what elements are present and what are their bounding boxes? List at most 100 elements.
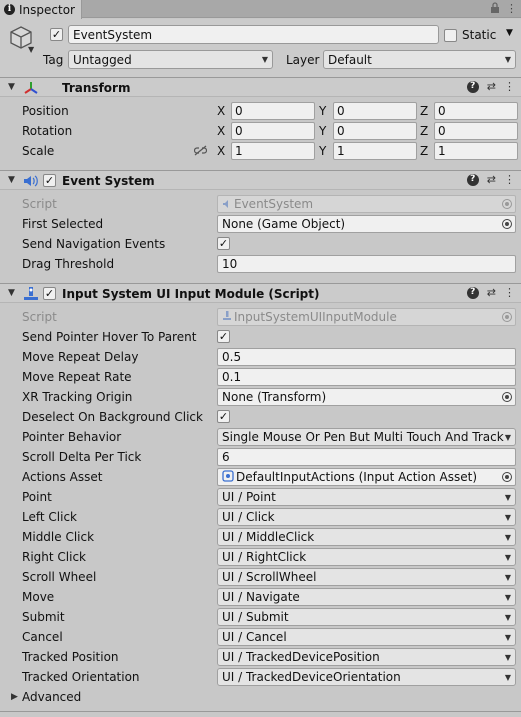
action-label: Tracked Orientation [22, 670, 140, 684]
send-pointer-hover-checkbox[interactable] [217, 330, 230, 343]
constrain-proportions-icon[interactable] [193, 145, 208, 159]
action-dropdown-tracked-orientation[interactable]: UI / TrackedDeviceOrientation ▼ [217, 668, 516, 686]
x-axis-label[interactable]: X [217, 104, 231, 118]
tab-inspector[interactable]: i Inspector [0, 0, 82, 19]
help-icon[interactable]: ? [466, 286, 479, 299]
action-value: UI / TrackedDevicePosition [222, 650, 380, 664]
xr-tracking-field[interactable]: None (Transform) [217, 388, 516, 406]
input-module-enabled-checkbox[interactable] [43, 287, 56, 300]
action-dropdown-scroll-wheel[interactable]: UI / ScrollWheel ▼ [217, 568, 516, 586]
y-axis-label[interactable]: Y [319, 144, 333, 158]
move-repeat-rate-field[interactable]: 0.1 [217, 368, 516, 386]
pointer-behavior-dropdown[interactable]: Single Mouse Or Pen But Multi Touch And … [217, 428, 516, 446]
icon-dropdown-arrow-icon[interactable]: ▼ [28, 45, 34, 54]
position-x-field[interactable]: 0 [231, 102, 315, 120]
static-label: Static [462, 28, 497, 42]
action-dropdown-cancel[interactable]: UI / Cancel ▼ [217, 628, 516, 646]
more-options-icon[interactable]: ⋮ [504, 80, 515, 93]
drag-threshold-field[interactable]: 10 [217, 255, 516, 273]
more-options-icon[interactable]: ⋮ [504, 173, 515, 186]
transform-header[interactable]: ▼ Transform ? ⇄ ⋮ [0, 77, 521, 97]
presets-icon[interactable]: ⇄ [487, 173, 496, 186]
foldout-expanded-icon[interactable]: ▼ [8, 288, 15, 298]
position-z-field[interactable]: 0 [434, 102, 518, 120]
scale-z-field[interactable]: 1 [434, 142, 518, 160]
object-picker-icon[interactable] [502, 219, 512, 229]
position-x: X0 [217, 102, 315, 120]
action-row-tracked-orientation: Tracked Orientation UI / TrackedDeviceOr… [0, 667, 521, 687]
pointer-behavior-value: Single Mouse Or Pen But Multi Touch And … [222, 430, 504, 444]
static-dropdown-arrow-icon[interactable]: ▼ [506, 28, 513, 38]
action-row-middle-click: Middle Click UI / MiddleClick ▼ [0, 527, 521, 547]
static-checkbox[interactable] [444, 28, 457, 42]
action-row-cancel: Cancel UI / Cancel ▼ [0, 627, 521, 647]
position-y-field[interactable]: 0 [333, 102, 417, 120]
action-dropdown-submit[interactable]: UI / Submit ▼ [217, 608, 516, 626]
scroll-delta-field[interactable]: 6 [217, 448, 516, 466]
presets-icon[interactable]: ⇄ [487, 80, 496, 93]
module-script-value: InputSystemUIInputModule [234, 310, 397, 324]
x-axis-label[interactable]: X [217, 144, 231, 158]
actions-asset-field[interactable]: DefaultInputActions (Input Action Asset) [217, 468, 516, 486]
tag-label: Tag [43, 53, 64, 67]
move-repeat-delay-field[interactable]: 0.5 [217, 348, 516, 366]
y-axis-label[interactable]: Y [319, 124, 333, 138]
help-icon[interactable]: ? [466, 80, 479, 93]
more-options-icon[interactable]: ⋮ [506, 2, 517, 16]
object-picker-icon[interactable] [502, 472, 512, 482]
chevron-down-icon: ▼ [504, 552, 511, 562]
send-navigation-checkbox[interactable] [217, 237, 230, 250]
drag-threshold-label: Drag Threshold [22, 257, 115, 271]
action-label: Scroll Wheel [22, 570, 97, 584]
more-options-icon[interactable]: ⋮ [504, 286, 515, 299]
deselect-checkbox[interactable] [217, 410, 230, 423]
scale-y-field[interactable]: 1 [333, 142, 417, 160]
presets-icon[interactable]: ⇄ [487, 286, 496, 299]
foldout-expanded-icon[interactable]: ▼ [8, 82, 15, 92]
action-label: Point [22, 490, 52, 504]
rotation-y-field[interactable]: 0 [333, 122, 417, 140]
action-dropdown-move[interactable]: UI / Navigate ▼ [217, 588, 516, 606]
component-header-tools: ? ⇄ ⋮ [466, 80, 515, 93]
advanced-foldout[interactable]: ▶ Advanced [0, 687, 521, 707]
action-dropdown-middle-click[interactable]: UI / MiddleClick ▼ [217, 528, 516, 546]
z-axis-label[interactable]: Z [420, 104, 434, 118]
help-icon[interactable]: ? [466, 173, 479, 186]
rotation-z-field[interactable]: 0 [434, 122, 518, 140]
x-axis-label[interactable]: X [217, 124, 231, 138]
object-picker-icon[interactable] [502, 392, 512, 402]
gameobject-active-checkbox[interactable] [50, 28, 63, 41]
y-axis-label[interactable]: Y [319, 104, 333, 118]
z-axis-label[interactable]: Z [420, 144, 434, 158]
action-dropdown-point[interactable]: UI / Point ▼ [217, 488, 516, 506]
send-navigation-row: Send Navigation Events [0, 234, 521, 254]
send-pointer-hover-label: Send Pointer Hover To Parent [22, 330, 197, 344]
gameobject-name-field[interactable] [68, 25, 439, 44]
action-value: UI / RightClick [222, 550, 307, 564]
z-axis-label[interactable]: Z [420, 124, 434, 138]
foldout-expanded-icon[interactable]: ▼ [8, 175, 15, 185]
event-system-header[interactable]: ▼ Event System ? ⇄ ⋮ [0, 170, 521, 190]
input-module-header[interactable]: ▼ Input System UI Input Module (Script) … [0, 283, 521, 303]
tag-dropdown[interactable]: Untagged ▼ [68, 50, 273, 69]
foldout-collapsed-icon[interactable]: ▶ [11, 692, 18, 702]
action-dropdown-right-click[interactable]: UI / RightClick ▼ [217, 548, 516, 566]
component-header-tools: ? ⇄ ⋮ [466, 173, 515, 186]
drag-threshold-value: 10 [222, 257, 238, 271]
action-dropdown-left-click[interactable]: UI / Click ▼ [217, 508, 516, 526]
first-selected-value: None (Game Object) [222, 217, 346, 231]
scale-z: Z1 [420, 142, 518, 160]
event-system-enabled-checkbox[interactable] [43, 174, 56, 187]
action-dropdown-tracked-position[interactable]: UI / TrackedDevicePosition ▼ [217, 648, 516, 666]
move-repeat-delay-value: 0.5 [222, 350, 242, 364]
scale-y: Y1 [319, 142, 417, 160]
lock-icon[interactable] [490, 2, 500, 16]
position-y: Y0 [319, 102, 417, 120]
rotation-x-field[interactable]: 0 [231, 122, 315, 140]
rotation-label: Rotation [22, 124, 73, 138]
drag-threshold-row: Drag Threshold 10 [0, 254, 521, 274]
static-toggle[interactable]: Static [444, 28, 496, 42]
first-selected-field[interactable]: None (Game Object) [217, 215, 516, 233]
scale-x-field[interactable]: 1 [231, 142, 315, 160]
layer-dropdown[interactable]: Default ▼ [323, 50, 516, 69]
